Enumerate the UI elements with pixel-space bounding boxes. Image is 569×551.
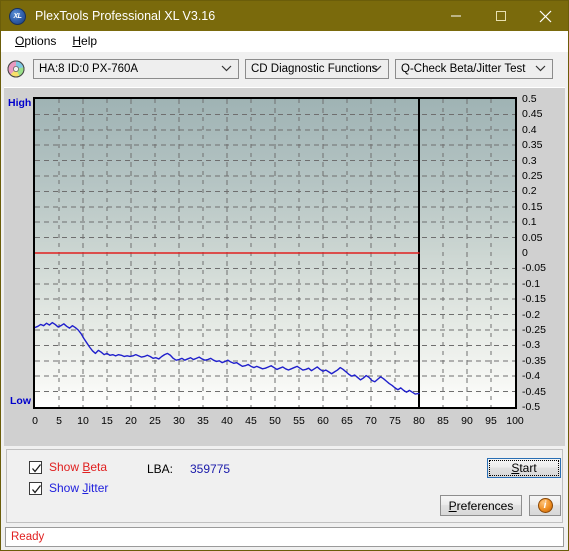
y-axis-tick-label: 0.2 — [522, 185, 537, 198]
y-axis-low-label: Low — [10, 395, 31, 407]
show-jitter-label: Show Jitter — [49, 481, 109, 495]
x-axis-tick-label: 85 — [437, 415, 449, 427]
x-axis-tick-label: 15 — [101, 415, 113, 427]
x-axis-tick-label: 55 — [293, 415, 305, 427]
y-axis-tick-label: -0.05 — [522, 262, 546, 275]
function-select-value: CD Diagnostic Functions — [251, 62, 378, 75]
y-axis-tick-label: 0.05 — [522, 231, 543, 244]
status-bar: Ready — [5, 527, 564, 547]
y-axis-tick-label: -0.5 — [522, 401, 541, 413]
chevron-down-icon — [371, 60, 382, 78]
test-select-value: Q-Check Beta/Jitter Test — [401, 62, 526, 75]
x-axis-tick-label: 0 — [32, 415, 38, 427]
y-axis-tick-label: 0.3 — [522, 154, 537, 167]
title-bar: XL PlexTools Professional XL V3.16 — [1, 1, 568, 31]
y-axis-tick-label: -0.15 — [522, 293, 546, 306]
x-axis-tick-label: 75 — [389, 415, 401, 427]
window-buttons — [433, 1, 568, 31]
lba-label: LBA: — [147, 462, 174, 476]
x-axis-tick-label: 95 — [485, 415, 497, 427]
show-beta-label: Show Beta — [49, 460, 108, 474]
x-axis-tick-label: 50 — [269, 415, 281, 427]
x-axis-tick-label: 65 — [341, 415, 353, 427]
y-axis-ticks: 0.5 0.45 0.4 0.35 0.3 0.25 0.2 0.15 0.1 0.05 0 -0.0… — [520, 93, 560, 413]
xl-disc-icon: XL — [9, 7, 26, 25]
show-beta-row[interactable]: Show Beta — [29, 460, 107, 474]
chevron-down-icon — [221, 60, 232, 78]
info-icon: i — [537, 498, 553, 513]
plot-area — [33, 97, 517, 409]
application-window: XL PlexTools Professional XL V3.16 Optio… — [0, 0, 569, 551]
lba-value: 359775 — [190, 462, 231, 476]
x-axis-tick-label: 45 — [245, 415, 257, 427]
x-axis-tick-label: 80 — [413, 415, 425, 427]
toolbar: HA:8 ID:0 PX-760A CD Diagnostic Function… — [1, 51, 568, 85]
y-axis-tick-label: -0.2 — [522, 308, 541, 321]
status-text: Ready — [11, 531, 45, 543]
y-axis-tick-label: -0.35 — [522, 354, 546, 367]
y-axis-tick-label: -0.3 — [522, 339, 541, 352]
menu-item-help-label: elp — [81, 34, 98, 48]
start-button-label: Start — [511, 461, 537, 475]
y-axis-tick-label: -0.25 — [522, 324, 546, 336]
y-axis-tick-label: -0.1 — [522, 277, 541, 290]
x-axis-tick-label: 70 — [365, 415, 377, 427]
menu-item-options-label: ptions — [24, 34, 57, 48]
function-select[interactable]: CD Diagnostic Functions — [245, 58, 389, 79]
menu-item-options[interactable]: Options — [7, 34, 64, 48]
y-axis-tick-label: 0.1 — [522, 216, 537, 229]
x-axis-tick-label: 30 — [173, 415, 185, 427]
y-axis-high-label: High — [8, 97, 32, 109]
x-axis-tick-label: 100 — [506, 415, 524, 427]
drive-select-value: HA:8 ID:0 PX-760A — [39, 62, 139, 75]
menu-bar: Options Help — [1, 31, 568, 51]
controls-group: Show Beta Show Jitter LBA: 359775 Start … — [6, 449, 563, 523]
preferences-button[interactable]: Preferences — [440, 495, 522, 516]
show-beta-checkbox[interactable] — [29, 460, 42, 474]
cd-disc-icon — [7, 60, 25, 78]
minimize-button[interactable] — [433, 1, 478, 31]
close-button[interactable] — [523, 1, 568, 31]
x-axis-tick-label: 5 — [56, 415, 62, 427]
y-axis-tick-label: 0 — [522, 247, 528, 259]
maximize-button[interactable] — [478, 1, 523, 31]
x-axis-tick-label: 20 — [125, 415, 137, 427]
preferences-button-label: Preferences — [448, 498, 514, 513]
start-button[interactable]: Start — [487, 458, 561, 478]
y-axis-tick-label: -0.45 — [522, 385, 546, 398]
info-button[interactable]: i — [529, 495, 561, 516]
show-jitter-checkbox[interactable] — [29, 481, 42, 495]
chart-inner: High Low 0.5 0.45 0.4 0.35 0.3 0.25 0.2 0.15 0.1… — [4, 88, 565, 446]
x-axis-tick-label: 10 — [77, 415, 89, 427]
y-axis-tick-label: 0.35 — [522, 139, 543, 152]
x-axis-tick-label: 35 — [197, 415, 209, 427]
window-title: PlexTools Professional XL V3.16 — [35, 9, 216, 23]
y-axis-tick-label: 0.4 — [522, 123, 537, 136]
test-select[interactable]: Q-Check Beta/Jitter Test — [395, 58, 553, 79]
y-axis-tick-label: 0.45 — [522, 108, 543, 121]
chart-panel: High Low 0.5 0.45 0.4 0.35 0.3 0.25 0.2 0.15 0.1… — [4, 87, 565, 446]
y-axis-tick-label: 0.25 — [522, 170, 543, 182]
drive-select[interactable]: HA:8 ID:0 PX-760A — [33, 58, 239, 79]
y-axis-tick-label: 0.15 — [522, 200, 543, 213]
show-jitter-row[interactable]: Show Jitter — [29, 481, 108, 495]
chevron-down-icon — [535, 60, 546, 78]
y-axis-tick-label: 0.5 — [522, 93, 537, 105]
x-axis-tick-label: 90 — [461, 415, 473, 427]
x-axis-tick-label: 25 — [149, 415, 161, 427]
x-axis-tick-label: 60 — [317, 415, 329, 427]
x-axis-tick-label: 40 — [221, 415, 233, 427]
y-axis-tick-label: -0.4 — [522, 370, 541, 383]
menu-item-help[interactable]: Help — [64, 34, 105, 48]
x-axis-ticks: 0 5 10 15 20 25 30 35 40 45 50 55 60 65 70 75 80 85 90 95 10… — [32, 415, 524, 431]
plot-svg — [35, 99, 515, 407]
